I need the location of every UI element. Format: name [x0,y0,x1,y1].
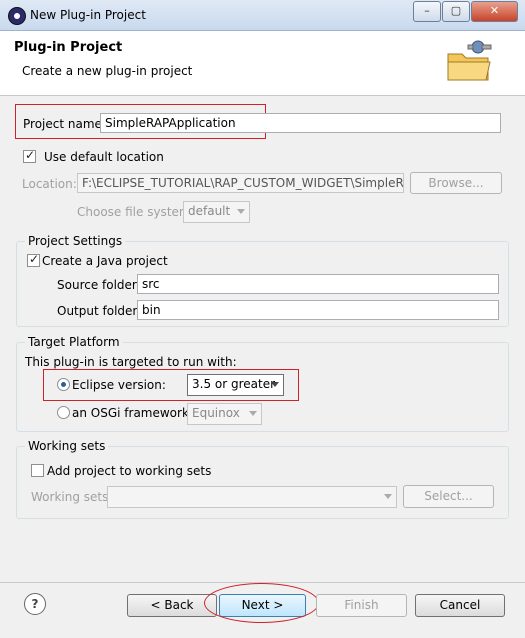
eclipse-version-value: 3.5 or greater [192,377,276,391]
file-system-value: default [188,204,231,218]
working-sets-title: Working sets [25,439,109,453]
cancel-button[interactable]: Cancel [415,594,505,617]
working-sets-select[interactable] [107,486,397,508]
use-default-location-checkbox[interactable] [23,148,36,163]
window-title: New Plug-in Project [30,8,146,22]
target-platform-title: Target Platform [25,335,123,349]
output-folder-label: Output folder: [57,304,142,318]
wizard-header: Plug-in Project Create a new plug-in pro… [0,31,525,96]
osgi-framework-select[interactable]: Equinox [187,403,262,425]
source-folder-label: Source folder: [57,278,141,292]
add-to-working-sets-checkbox[interactable] [31,464,44,477]
eclipse-version-radio[interactable] [57,378,70,391]
project-settings-title: Project Settings [25,234,126,248]
working-sets-label: Working sets: [31,490,113,504]
chevron-down-icon [384,494,392,499]
title-bar: New Plug-in Project – ▢ ✕ [0,0,525,31]
working-sets-group [16,446,509,519]
help-icon[interactable]: ? [24,593,46,615]
output-folder-input[interactable]: bin [137,300,499,320]
location-input[interactable]: F:\ECLIPSE_TUTORIAL\RAP_CUSTOM_WIDGET\Si… [77,173,404,193]
browse-button[interactable]: Browse... [410,172,502,194]
close-button[interactable]: ✕ [471,1,518,22]
chevron-down-icon [271,382,279,387]
plugin-folder-icon [447,40,492,81]
finish-button[interactable]: Finish [316,594,407,617]
osgi-framework-radio[interactable] [57,406,70,419]
chevron-down-icon [249,411,257,416]
project-name-input[interactable]: SimpleRAPApplication [100,113,501,133]
page-subtitle: Create a new plug-in project [22,64,193,78]
osgi-framework-label: an OSGi framework: [72,406,193,420]
eclipse-version-select[interactable]: 3.5 or greater [187,374,284,396]
file-system-select[interactable]: default [183,201,250,223]
file-system-label: Choose file system: [77,205,195,219]
page-title: Plug-in Project [14,40,123,55]
location-label: Location: [22,177,77,191]
highlight-next-button [204,583,319,623]
create-java-project-checkbox[interactable] [27,252,40,267]
add-to-working-sets-label: Add project to working sets [47,464,212,478]
osgi-framework-value: Equinox [192,406,240,420]
target-platform-intro: This plug-in is targeted to run with: [25,355,237,369]
project-name-label: Project name: [23,117,106,131]
restore-button[interactable]: ▢ [442,1,470,22]
minimize-button[interactable]: – [413,1,441,22]
select-working-sets-button[interactable]: Select... [403,485,494,508]
create-java-project-label: Create a Java project [42,254,168,268]
eclipse-icon [8,7,26,25]
source-folder-input[interactable]: src [137,274,499,294]
use-default-location-label: Use default location [44,150,164,164]
eclipse-version-label: Eclipse version: [72,378,166,392]
chevron-down-icon [237,209,245,214]
